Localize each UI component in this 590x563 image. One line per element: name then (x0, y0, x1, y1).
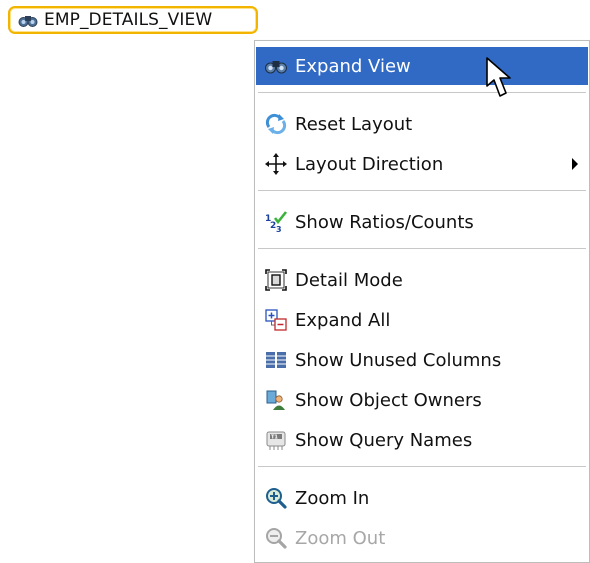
columns-icon (263, 349, 289, 371)
menu-item-label: Expand All (295, 309, 391, 331)
menu-item-label: Layout Direction (295, 153, 444, 175)
svg-text:T1: T1 (271, 435, 278, 441)
context-menu: Expand View Reset Layout Layout Directio… (254, 40, 590, 563)
object-owner-icon (263, 389, 289, 411)
menu-item-detail-mode[interactable]: Detail Mode (256, 261, 588, 299)
binoculars-icon (18, 12, 38, 28)
submenu-arrow-icon (572, 158, 578, 170)
query-names-icon: T1 (263, 429, 289, 451)
mouse-cursor-icon (485, 56, 515, 102)
svg-text:3: 3 (276, 225, 282, 233)
menu-item-reset-layout[interactable]: Reset Layout (256, 105, 588, 143)
menu-item-label: Detail Mode (295, 269, 403, 291)
menu-item-expand-view[interactable]: Expand View (256, 47, 588, 85)
menu-item-label: Show Ratios/Counts (295, 211, 474, 233)
menu-item-zoom-out[interactable]: Zoom Out (256, 519, 588, 557)
menu-separator (258, 92, 586, 93)
move-arrows-icon (263, 153, 289, 175)
refresh-arrows-icon (263, 113, 289, 135)
zoom-in-icon (263, 487, 289, 509)
detail-mode-icon (263, 269, 289, 291)
menu-separator (258, 248, 586, 249)
expand-all-icon (263, 309, 289, 331)
menu-item-show-unused-columns[interactable]: Show Unused Columns (256, 341, 588, 379)
view-node[interactable]: EMP_DETAILS_VIEW (8, 6, 258, 34)
zoom-out-icon (263, 527, 289, 549)
menu-item-label: Show Query Names (295, 429, 473, 451)
ratios-counts-icon: 1 2 3 (263, 211, 289, 233)
menu-item-layout-direction[interactable]: Layout Direction (256, 145, 588, 183)
menu-item-show-object-owners[interactable]: Show Object Owners (256, 381, 588, 419)
menu-item-label: Show Unused Columns (295, 349, 502, 371)
menu-item-show-query-names[interactable]: T1 Show Query Names (256, 421, 588, 459)
menu-item-zoom-in[interactable]: Zoom In (256, 479, 588, 517)
menu-item-label: Zoom Out (295, 527, 386, 549)
binoculars-icon (263, 55, 289, 77)
menu-item-label: Show Object Owners (295, 389, 482, 411)
menu-item-show-ratios-counts[interactable]: 1 2 3 Show Ratios/Counts (256, 203, 588, 241)
menu-item-label: Zoom In (295, 487, 370, 509)
menu-item-label: Expand View (295, 55, 411, 77)
menu-item-label: Reset Layout (295, 113, 413, 135)
view-node-label: EMP_DETAILS_VIEW (44, 10, 213, 30)
canvas: EMP_DETAILS_VIEW Expand View Reset Layou… (0, 0, 590, 563)
menu-item-expand-all[interactable]: Expand All (256, 301, 588, 339)
menu-separator (258, 190, 586, 191)
menu-separator (258, 466, 586, 467)
